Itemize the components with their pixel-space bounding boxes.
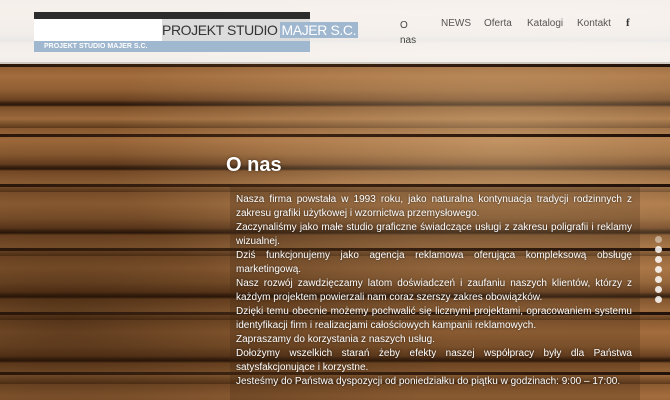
logo-title-part2: MAJER S.C. <box>279 22 359 38</box>
nav-item-kontakt[interactable]: Kontakt <box>577 18 611 29</box>
plank-divider <box>0 134 670 137</box>
paragraph: Dziś funkcjonujemy jako agencja reklamow… <box>236 250 632 275</box>
paragraph: Jesteśmy do Państwa dyspozycji od ponied… <box>236 376 621 387</box>
slider-dot[interactable] <box>655 296 662 303</box>
paragraph: Dzięki temu obecnie możemy pochwalić się… <box>236 306 632 331</box>
paragraph: Dołożymy wszelkich starań żeby efekty na… <box>236 348 632 373</box>
logo-subtitle: PROJEKT STUDIO MAJER S.C. <box>44 43 148 50</box>
slider-dot[interactable] <box>655 276 662 283</box>
site-header: PROJEKT STUDIO MAJER S.C. PROJEKT STUDIO … <box>0 0 670 64</box>
nav-item-o-nas[interactable]: O nas <box>400 18 422 48</box>
facebook-icon[interactable]: f <box>626 17 630 29</box>
slider-dot[interactable] <box>655 256 662 263</box>
nav-item-katalogi[interactable]: Katalogi <box>527 18 563 29</box>
slider-dot[interactable] <box>655 246 662 253</box>
plank-divider <box>0 64 670 67</box>
slider-dot[interactable] <box>655 266 662 273</box>
page-title: O nas <box>226 154 282 176</box>
logo-title-part1: PROJEKT STUDIO <box>162 22 278 38</box>
paragraph: Nasz rozwój zawdzięczamy latom doświadcz… <box>236 278 632 303</box>
logo-title: PROJEKT STUDIO MAJER S.C. <box>162 20 359 40</box>
nav-item-news[interactable]: NEWS <box>441 18 471 29</box>
paragraph: Zapraszamy do korzystania z naszych usłu… <box>236 334 435 345</box>
paragraph: Zaczynaliśmy jako małe studio graficzne … <box>236 222 632 247</box>
slider-dot[interactable] <box>655 286 662 293</box>
site-logo[interactable]: PROJEKT STUDIO MAJER S.C. PROJEKT STUDIO … <box>34 12 359 52</box>
slider-dot[interactable] <box>655 236 662 243</box>
nav-item-oferta[interactable]: Oferta <box>484 18 512 29</box>
paragraph: Nasza firma powstała w 1993 roku, jako n… <box>236 194 632 219</box>
